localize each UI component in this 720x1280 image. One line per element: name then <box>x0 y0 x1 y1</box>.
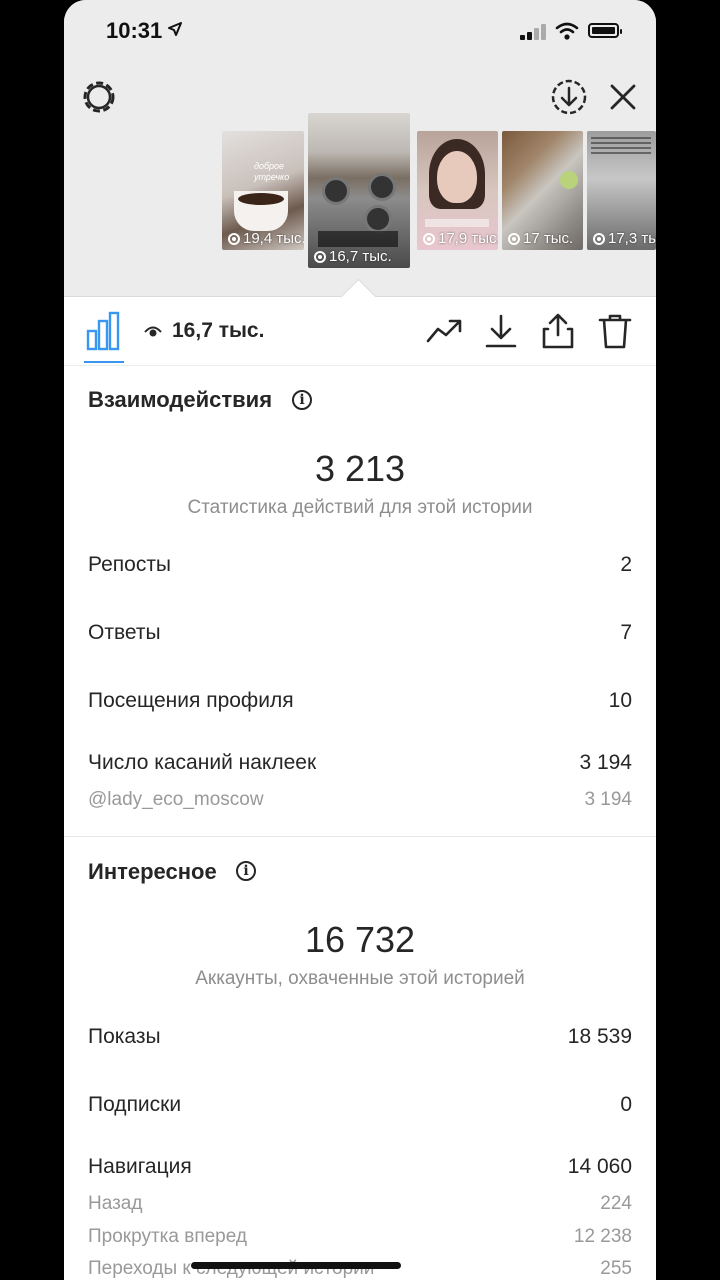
home-indicator[interactable] <box>191 1262 401 1269</box>
thumbnail-view-count: 17 тыс. <box>523 230 574 247</box>
cellular-signal-icon <box>520 24 546 40</box>
delete-trash-icon[interactable] <box>597 313 633 349</box>
thumbnail-views: 17,3 тыс. <box>593 230 656 247</box>
story-thumbnail[interactable]: 17 тыс. <box>502 131 583 250</box>
stove-burner <box>368 173 396 201</box>
sticker-taps-value: 3 194 <box>579 751 632 774</box>
settings-gear-icon[interactable] <box>80 78 118 116</box>
story-thumbnail[interactable]: доброе утречко 19,4 тыс. <box>222 131 304 250</box>
promote-trend-icon[interactable] <box>426 313 462 349</box>
thumbnail-view-count: 17,3 тыс. <box>608 230 656 247</box>
thumbnail-text-overlay <box>425 219 489 227</box>
discovery-title: Интересное <box>88 859 217 884</box>
sticker-mention-value: 3 194 <box>584 789 632 810</box>
save-to-archive-icon[interactable] <box>550 78 588 116</box>
thumbnail-views: 16,7 тыс. <box>314 248 392 265</box>
thumbnail-views: 19,4 тыс. <box>228 230 304 247</box>
close-icon[interactable] <box>606 80 640 114</box>
eye-icon <box>423 232 435 245</box>
eye-icon <box>314 250 326 263</box>
forward-label: Прокрутка вперед <box>88 1226 247 1247</box>
impressions-value: 18 539 <box>567 1025 632 1048</box>
active-tab-indicator <box>84 361 124 363</box>
sticker-taps-label: Число касаний наклеек <box>88 751 317 774</box>
info-icon[interactable]: i <box>236 861 256 881</box>
navigation-value: 14 060 <box>567 1155 632 1178</box>
thumbnail-views: 17 тыс. <box>508 230 573 247</box>
story-thumbnail-selected[interactable]: 16,7 тыс. <box>308 113 410 268</box>
thumbnail-object <box>560 171 578 189</box>
eye-icon <box>144 326 162 337</box>
story-header: 10:31 доброе утречко 19,4 тыс. 16,7 тыс.… <box>64 0 656 297</box>
reposts-value: 2 <box>620 553 632 576</box>
navigation-label: Навигация <box>88 1155 192 1178</box>
impressions-label: Показы <box>88 1025 161 1048</box>
portrait-face <box>437 151 477 203</box>
replies-label: Ответы <box>88 621 161 644</box>
share-icon[interactable] <box>540 313 576 349</box>
download-icon[interactable] <box>483 313 519 349</box>
thumbnail-caption: доброе утречко <box>254 161 290 182</box>
thumbnail-view-count: 17,9 тыс. <box>438 230 498 247</box>
insights-toolbar: 16,7 тыс. <box>64 297 656 366</box>
forward-value: 12 238 <box>573 1226 632 1247</box>
story-thumbnail[interactable]: 17,3 тыс. <box>587 131 656 250</box>
thumbnail-view-count: 19,4 тыс. <box>243 230 304 247</box>
insights-bar-chart-icon[interactable] <box>86 311 122 351</box>
next-story-value: 255 <box>600 1258 632 1279</box>
thumbnail-text-overlay <box>591 137 651 157</box>
stove-burner <box>364 205 392 233</box>
replies-value: 7 <box>620 621 632 644</box>
follows-value: 0 <box>620 1093 632 1116</box>
profile-visits-value: 10 <box>608 689 632 712</box>
story-insights-screen: 10:31 доброе утречко 19,4 тыс. 16,7 тыс.… <box>64 0 656 1280</box>
eye-icon <box>593 232 605 245</box>
battery-icon <box>588 23 622 38</box>
eye-icon <box>228 232 240 245</box>
interactions-title: Взаимодействия <box>88 387 273 412</box>
views-count: 16,7 тыс. <box>172 319 265 342</box>
discovery-total: 16 732 <box>304 919 416 960</box>
wifi-icon <box>555 22 579 40</box>
eye-icon <box>508 232 520 245</box>
interactions-total: 3 213 <box>314 448 406 489</box>
thumbnail-view-count: 16,7 тыс. <box>329 248 392 265</box>
reposts-label: Репосты <box>88 553 172 576</box>
info-icon[interactable]: i <box>292 390 312 410</box>
discovery-subtitle: Аккаунты, охваченные этой историей <box>195 968 525 989</box>
back-label: Назад <box>88 1193 143 1214</box>
story-thumbnail[interactable]: 17,9 тыс. <box>417 131 498 250</box>
section-divider <box>64 836 656 837</box>
thumbnail-text-overlay <box>318 231 398 247</box>
sticker-mention-label: @lady_eco_moscow <box>88 789 264 810</box>
coffee-graphic <box>238 193 284 205</box>
interactions-subtitle: Статистика действий для этой истории <box>187 497 533 518</box>
status-time: 10:31 <box>106 18 163 43</box>
thumbnail-views: 17,9 тыс. <box>423 230 498 247</box>
follows-label: Подписки <box>88 1093 182 1116</box>
stove-burner <box>322 177 350 205</box>
profile-visits-label: Посещения профиля <box>88 689 294 712</box>
back-value: 224 <box>600 1193 632 1214</box>
location-arrow-icon <box>168 22 182 36</box>
